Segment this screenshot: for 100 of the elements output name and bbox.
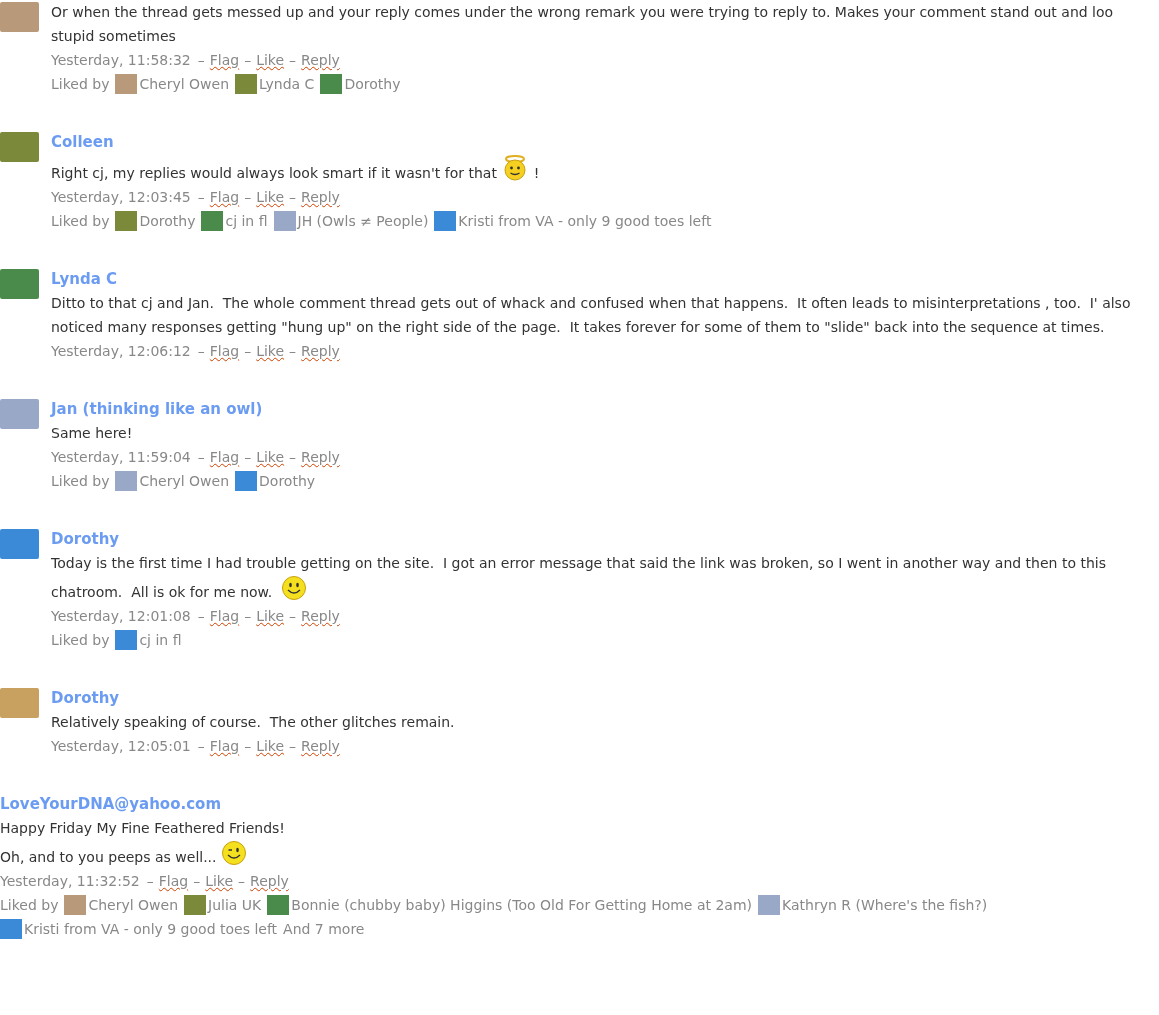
avatar-photo-placeholder [0, 2, 39, 32]
action-link[interactable]: Like [256, 734, 285, 758]
timestamp: Yesterday, 12:01:08 [51, 607, 191, 626]
author-link[interactable]: Lynda C [51, 267, 1155, 291]
action-link[interactable]: Flag [209, 445, 240, 469]
action-link[interactable]: Like [205, 869, 234, 893]
action-link[interactable]: Reply [301, 734, 340, 758]
comment-text: Ditto to that cj and Jan. The whole comment thread gets out of whack and confused when that happens. It often leads to misinterpretations , too. I' also noticed many responses getting "hung up" on the right side of the page. It takes forever for some of them to "slide" back into the sequence at times. [51, 294, 1132, 337]
liker-name-link[interactable]: Dorothy [259, 469, 316, 493]
user-avatar-placeholder [115, 471, 138, 491]
timestamp: Yesterday, 11:59:04 [51, 448, 191, 467]
liker-name-link[interactable]: Cheryl Owen [139, 72, 230, 96]
liker-name-link[interactable]: Lynda C [259, 72, 315, 96]
liker-name-link[interactable]: Bonnie (chubby baby) Higgins (Too Old For Getting Home at 2am) [291, 893, 753, 917]
liked-by-label: Liked by [51, 212, 110, 231]
separator-dash: – [197, 607, 205, 626]
user-avatar-placeholder [64, 895, 87, 915]
comment-text: Right cj, my replies would always look smart if it wasn't for that ! [51, 154, 1155, 185]
action-link[interactable]: Like [256, 48, 285, 72]
user-avatar-placeholder [115, 74, 138, 94]
liker-name-link[interactable]: Cheryl Owen [139, 469, 230, 493]
separator-dash: – [193, 872, 201, 891]
action-link[interactable]: Flag [209, 339, 240, 363]
avatar-photo-placeholder [0, 269, 39, 299]
action-link[interactable]: Reply [301, 339, 340, 363]
separator-dash: – [289, 607, 297, 626]
separator-dash: – [244, 607, 252, 626]
comment-text: Happy Friday My Fine Feathered Friends! [0, 819, 286, 838]
separator-dash: – [289, 448, 297, 467]
liker-name-link[interactable]: Dorothy [344, 72, 401, 96]
liked-by-label: Liked by [51, 75, 110, 94]
separator-dash: – [146, 872, 154, 891]
separator-dash: – [197, 51, 205, 70]
user-avatar-placeholder [434, 211, 457, 231]
separator-dash: – [197, 342, 205, 361]
author-link[interactable]: LoveYourDNA@yahoo.com [0, 792, 1155, 816]
liker-name-link[interactable]: Kathryn R (Where's the fish?) [782, 893, 988, 917]
liker-name-link[interactable]: Cheryl Owen [88, 893, 179, 917]
winking-smiley-icon [221, 840, 247, 866]
comment-text: Or when the thread gets messed up and your reply comes under the wrong remark you were trying to reply to. Makes your comment stand out and loo stupid sometimes [51, 3, 1115, 46]
action-link[interactable]: Reply [250, 869, 289, 893]
action-link[interactable]: Flag [209, 185, 240, 209]
liked-by-label: Liked by [51, 631, 110, 650]
action-link[interactable]: Like [256, 339, 285, 363]
action-link[interactable]: Like [256, 445, 285, 469]
user-avatar-placeholder [115, 211, 138, 231]
action-link[interactable]: Reply [301, 604, 340, 628]
user-avatar-placeholder [184, 895, 207, 915]
separator-dash: – [244, 51, 252, 70]
user-avatar-placeholder [235, 74, 258, 94]
liker-name-link[interactable]: Kristi from VA - only 9 good toes left [458, 209, 712, 233]
separator-dash: – [289, 342, 297, 361]
liked-by-label: Liked by [0, 896, 59, 915]
liker-name-link[interactable]: JH (Owls ≠ People) [297, 209, 429, 233]
separator-dash: – [244, 342, 252, 361]
smiley-icon [281, 575, 308, 601]
author-link[interactable]: Dorothy [51, 527, 1155, 551]
user-avatar-placeholder [273, 211, 296, 231]
action-link[interactable]: Reply [301, 445, 340, 469]
separator-dash: – [244, 188, 252, 207]
timestamp: Yesterday, 12:03:45 [51, 188, 191, 207]
action-link[interactable]: Like [256, 604, 285, 628]
user-avatar-placeholder [758, 895, 781, 915]
separator-dash: – [244, 737, 252, 756]
liked-by-label: Liked by [51, 472, 110, 491]
author-link[interactable]: Colleen [51, 130, 1155, 154]
action-link[interactable]: Flag [209, 604, 240, 628]
user-avatar-placeholder [267, 895, 290, 915]
action-link[interactable]: Flag [158, 869, 189, 893]
action-link[interactable]: Reply [301, 48, 340, 72]
liker-name-link[interactable]: cj in fl [225, 209, 268, 233]
comment-text: Oh, and to you peeps as well... [0, 840, 1155, 869]
comment-text: Today is the first time I had trouble getting on the site. I got an error message that said the link was broken, so I went in another way and then to this chatroom. All is ok for me now. [51, 554, 1107, 603]
separator-dash: – [197, 188, 205, 207]
author-link[interactable]: Dorothy [51, 686, 1155, 710]
action-link[interactable]: Flag [209, 48, 240, 72]
timestamp: Yesterday, 11:32:52 [0, 872, 140, 891]
avatar-photo-placeholder [0, 399, 39, 429]
timestamp: Yesterday, 11:58:32 [51, 51, 191, 70]
user-avatar-placeholder [320, 74, 343, 94]
action-link[interactable]: Reply [301, 185, 340, 209]
action-link[interactable]: Flag [209, 734, 240, 758]
liker-name-link[interactable]: Kristi from VA - only 9 good toes left [24, 917, 278, 941]
liker-name-link[interactable]: Julia UK [208, 893, 262, 917]
avatar-photo-placeholder [0, 688, 39, 718]
comment-text: Relatively speaking of course. The other glitches remain. [51, 713, 456, 732]
separator-dash: – [197, 737, 205, 756]
action-link[interactable]: Like [256, 185, 285, 209]
user-avatar-placeholder [201, 211, 224, 231]
comment-text: Same here! [51, 424, 134, 443]
separator-dash: – [197, 448, 205, 467]
author-link[interactable]: Jan (thinking like an owl) [51, 397, 1155, 421]
liker-name-link[interactable]: cj in fl [139, 628, 182, 652]
avatar-photo-placeholder [0, 132, 39, 162]
more-likers-link[interactable]: And 7 more [283, 917, 365, 941]
separator-dash: – [289, 737, 297, 756]
avatar-photo-placeholder [0, 529, 39, 559]
timestamp: Yesterday, 12:06:12 [51, 342, 191, 361]
liker-name-link[interactable]: Dorothy [139, 209, 196, 233]
separator-dash: – [238, 872, 246, 891]
